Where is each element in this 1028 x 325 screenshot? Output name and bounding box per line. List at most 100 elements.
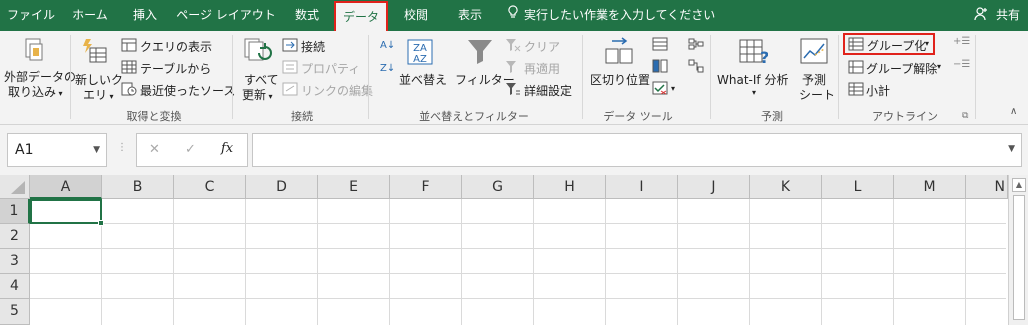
group-label-outline: アウトライン: [872, 110, 938, 123]
tab-page-layout[interactable]: ページ レイアウト: [172, 0, 280, 31]
group-label-forecast: 予測: [761, 110, 783, 123]
spreadsheet-grid: A B C D E F G H I J K L M N 1 2 3 4 5 ▲: [0, 175, 1028, 325]
tab-insert[interactable]: 挿入: [120, 0, 170, 31]
group-label-get-transform: 取得と変換: [126, 110, 182, 123]
column-header-l[interactable]: L: [822, 175, 894, 199]
table-icon: [121, 38, 137, 52]
consolidate-icon[interactable]: [688, 37, 704, 51]
name-box[interactable]: A1 ▼: [7, 133, 107, 167]
group-icon: [848, 37, 864, 51]
ribbon-tab-bar: ファイル ホーム 挿入 ページ レイアウト 数式 データ 校閲 表示 実行したい…: [0, 0, 1028, 31]
share-label: 共有: [995, 8, 1020, 22]
flash-fill-icon[interactable]: [652, 37, 668, 51]
column-header-m[interactable]: M: [894, 175, 966, 199]
edit-links-icon: [282, 82, 298, 96]
sort-za-icon: Z↓: [380, 63, 396, 74]
forecast-sheet-icon: [800, 38, 828, 64]
select-all-button[interactable]: [0, 175, 30, 199]
insert-function-icon[interactable]: fx: [221, 141, 233, 156]
separator: [838, 35, 839, 119]
scroll-up-icon[interactable]: ▲: [1012, 178, 1026, 192]
enter-icon[interactable]: ✓: [185, 142, 196, 157]
column-header-n[interactable]: N: [966, 175, 1008, 199]
filter-icon: [468, 40, 492, 64]
column-header-g[interactable]: G: [462, 175, 534, 199]
fill-handle[interactable]: [98, 220, 104, 226]
hide-detail-icon[interactable]: −☰: [953, 59, 970, 70]
person-icon: [974, 7, 996, 22]
column-header-a[interactable]: A: [30, 175, 102, 199]
subtotal-icon: [848, 82, 864, 96]
clear-filter-icon: [506, 39, 521, 52]
chevron-down-icon[interactable]: ▼: [93, 134, 100, 166]
separator: [232, 35, 233, 119]
ribbon: 外部データの 取り込み ▾ 新しいク エリ ▾ クエリの表示 テーブルから 最近…: [0, 31, 1028, 125]
group-label-data-tools: データ ツール: [603, 110, 673, 123]
vertical-scrollbar[interactable]: ▲: [1008, 175, 1028, 325]
cancel-icon[interactable]: ✕: [149, 142, 160, 157]
formula-bar-area: A1 ▼ ⋮ ✕ ✓ fx ▼: [0, 125, 1028, 175]
expand-formula-bar-icon[interactable]: ▼: [1008, 144, 1015, 154]
formula-buttons: ✕ ✓ fx: [136, 133, 248, 167]
new-query-icon: [83, 39, 107, 63]
row-header-2[interactable]: 2: [0, 224, 30, 249]
data-validation-icon[interactable]: [652, 81, 668, 95]
share-button[interactable]: 共有: [974, 0, 1020, 31]
chevron-down-icon: ▾: [937, 62, 942, 71]
relationships-icon[interactable]: [688, 59, 704, 73]
column-header-e[interactable]: E: [318, 175, 390, 199]
tab-home[interactable]: ホーム: [62, 0, 118, 31]
tab-formulas[interactable]: 数式: [282, 0, 332, 31]
svg-text:ZA: ZA: [413, 43, 427, 54]
remove-duplicates-icon[interactable]: [652, 59, 668, 73]
row-header-1[interactable]: 1: [0, 199, 30, 224]
connections-icon: [282, 38, 298, 52]
scrollbar-thumb[interactable]: [1013, 195, 1025, 320]
tell-me-text: 実行したい作業を入力してください: [524, 8, 716, 22]
column-header-h[interactable]: H: [534, 175, 606, 199]
svg-text:AZ: AZ: [413, 54, 427, 65]
reapply-icon: [506, 61, 516, 73]
refresh-icon: [244, 38, 272, 61]
chevron-down-icon: ▾: [925, 39, 930, 48]
separator: [975, 35, 976, 119]
recent-sources-icon: [121, 82, 137, 96]
ungroup-icon: [848, 60, 864, 74]
properties-icon: [282, 60, 298, 74]
column-header-f[interactable]: F: [390, 175, 462, 199]
sort-az-icon: A↓: [380, 40, 396, 51]
row-header-4[interactable]: 4: [0, 274, 30, 299]
text-to-columns-icon: [605, 37, 633, 64]
separator: [70, 35, 71, 119]
show-detail-icon[interactable]: +☰: [953, 36, 970, 47]
tab-file[interactable]: ファイル: [2, 0, 60, 31]
column-header-i[interactable]: I: [606, 175, 678, 199]
collapse-ribbon-icon[interactable]: ∧: [1010, 106, 1017, 117]
row-header-5[interactable]: 5: [0, 299, 30, 325]
column-header-b[interactable]: B: [102, 175, 174, 199]
table-icon: [121, 60, 137, 74]
column-header-k[interactable]: K: [750, 175, 822, 199]
separator: [582, 35, 583, 119]
dialog-launcher-icon[interactable]: ⧉: [962, 111, 968, 121]
column-header-j[interactable]: J: [678, 175, 750, 199]
selected-cell-a1[interactable]: [30, 199, 104, 226]
external-data-icon: [25, 38, 43, 61]
row-header-3[interactable]: 3: [0, 249, 30, 274]
group-label-connections: 接続: [291, 110, 313, 123]
tab-review[interactable]: 校閲: [390, 0, 442, 31]
tell-me-box[interactable]: 実行したい作業を入力してください: [508, 0, 715, 31]
column-header-d[interactable]: D: [246, 175, 318, 199]
group-button[interactable]: グループ化 ▾: [843, 33, 935, 55]
svg-text:?: ?: [760, 48, 768, 66]
drag-handle-icon[interactable]: ⋮: [117, 142, 127, 153]
tab-data[interactable]: データ: [334, 1, 388, 31]
column-header-c[interactable]: C: [174, 175, 246, 199]
formula-input[interactable]: ▼: [252, 133, 1022, 167]
sort-icon: ZAAZ: [407, 39, 433, 65]
what-if-icon: ?: [739, 39, 768, 66]
advanced-filter-icon: [506, 83, 520, 95]
tab-view[interactable]: 表示: [444, 0, 496, 31]
lightbulb-icon: [508, 0, 518, 31]
separator: [368, 35, 369, 119]
